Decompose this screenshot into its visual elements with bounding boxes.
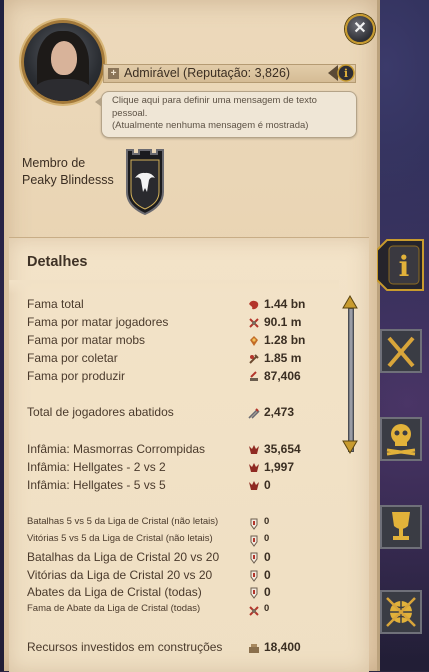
- stat-value: 35,654: [264, 442, 301, 456]
- player-avatar[interactable]: [21, 20, 105, 104]
- stat-row: Vitórias 5 vs 5 da Liga de Cristal (não …: [27, 533, 337, 550]
- tab-pve[interactable]: [377, 410, 425, 468]
- tab-pvp[interactable]: [377, 322, 425, 380]
- stat-row: Infâmia: Masmorras Corrompidas 35,654: [27, 442, 337, 459]
- infamy-icon: [249, 463, 259, 472]
- scrollbar[interactable]: [348, 308, 354, 452]
- stat-row: Total de jogadores abatidos 2,473: [27, 405, 337, 422]
- stat-label: Abates da Liga de Cristal (todas): [27, 585, 202, 599]
- stat-value: 0: [264, 550, 271, 564]
- stat-row: Fama de Abate da Liga de Cristal (todas)…: [27, 603, 337, 620]
- tab-guild[interactable]: [377, 583, 425, 641]
- stat-row: Fama por matar mobs 1.28 bn: [27, 333, 337, 350]
- list-fade: [9, 280, 339, 294]
- stat-value: 1.44 bn: [264, 297, 306, 311]
- info-icon: i: [399, 250, 410, 283]
- stat-value: 2,473: [264, 405, 295, 419]
- stat-value: 0: [264, 585, 271, 599]
- stat-row: Fama por coletar 1.85 m: [27, 351, 337, 368]
- stat-row: Fama por matar jogadores 90.1 m: [27, 315, 337, 332]
- details-title: Detalhes: [27, 254, 88, 270]
- stat-label: Fama total: [27, 297, 84, 311]
- infamy-icon: [249, 445, 259, 454]
- stat-row: Recursos investidos em construções 18,40…: [27, 640, 337, 657]
- stat-label: Infâmia: Hellgates - 2 vs 2: [27, 460, 166, 474]
- stat-label: Recursos investidos em construções: [27, 640, 223, 654]
- svg-text:i: i: [344, 67, 348, 80]
- reputation-info-icon[interactable]: i: [326, 63, 356, 83]
- stat-label: Infâmia: Masmorras Corrompidas: [27, 442, 206, 456]
- stat-value: 0: [264, 516, 270, 527]
- reputation-label: Admirável (Reputação: 3,826): [124, 66, 291, 80]
- crystal-icon: [250, 570, 258, 582]
- stat-value: 1.28 bn: [264, 333, 306, 347]
- fame-pve-icon: [250, 336, 258, 346]
- stat-value: 0: [264, 603, 270, 614]
- guild-name: Peaky Blindesss: [22, 173, 114, 187]
- reputation-bar[interactable]: + Admirável (Reputação: 3,826): [103, 64, 356, 83]
- stat-value: 87,406: [264, 369, 301, 383]
- stat-row: Vitórias da Liga de Cristal 20 vs 20 0: [27, 568, 337, 585]
- stat-row: Batalhas 5 vs 5 da Liga de Cristal (não …: [27, 516, 337, 533]
- stat-label: Fama por produzir: [27, 369, 126, 383]
- stat-row: Infâmia: Hellgates - 5 vs 5 0: [27, 478, 337, 495]
- stat-value: 18,400: [264, 640, 301, 654]
- stat-label: Vitórias da Liga de Cristal 20 vs 20: [27, 568, 213, 582]
- crystal-icon: [250, 587, 258, 599]
- stat-row: Infâmia: Hellgates - 2 vs 2 1,997: [27, 460, 337, 477]
- fame-total-icon: [249, 300, 259, 310]
- infamy-icon: [249, 481, 259, 490]
- guild-membership: Membro de Peaky Blindesss: [22, 155, 114, 189]
- crystal-icon: [250, 518, 258, 530]
- stat-value: 1.85 m: [264, 351, 302, 365]
- fame-crafting-icon: [250, 371, 258, 381]
- scroll-up-arrow-icon[interactable]: [342, 295, 358, 309]
- personal-message-tooltip[interactable]: Clique aqui para definir uma mensagem de…: [95, 91, 357, 138]
- stat-row: Batalhas da Liga de Cristal 20 vs 20 0: [27, 550, 337, 567]
- guild-member-label: Membro de: [22, 156, 86, 170]
- tooltip-line: (Atualmente nenhuma mensagem é mostrada): [112, 120, 309, 131]
- stat-row: Abates da Liga de Cristal (todas) 0: [27, 585, 337, 602]
- crystal-fame-icon: [249, 606, 259, 616]
- stat-label: Fama por matar mobs: [27, 333, 146, 347]
- crystal-icon: [250, 535, 258, 547]
- expand-icon[interactable]: +: [108, 68, 119, 79]
- stat-label: Batalhas 5 vs 5 da Liga de Cristal (não …: [27, 516, 219, 527]
- stat-label: Fama por matar jogadores: [27, 315, 169, 329]
- stat-label: Total de jogadores abatidos: [27, 405, 174, 419]
- guild-globe-icon: [386, 597, 416, 627]
- stat-label: Fama por coletar: [27, 351, 118, 365]
- stat-row: Fama por produzir 87,406: [27, 369, 337, 386]
- fame-pvp-icon: [249, 318, 259, 328]
- kills-icon: [248, 408, 260, 419]
- stat-value: 0: [264, 568, 271, 582]
- stat-label: Fama de Abate da Liga de Cristal (todas): [27, 603, 201, 614]
- resources-icon: [249, 644, 259, 653]
- stat-value: 0: [264, 478, 271, 492]
- fame-gathering-icon: [249, 354, 259, 364]
- stat-label: Vitórias 5 vs 5 da Liga de Cristal (não …: [27, 533, 213, 544]
- tab-crystal-league[interactable]: [377, 498, 425, 556]
- stat-value: 1,997: [264, 460, 295, 474]
- tooltip-line: Clique aqui para definir uma mensagem de…: [112, 95, 317, 106]
- stat-label: Infâmia: Hellgates - 5 vs 5: [27, 478, 166, 492]
- stat-value: 0: [264, 533, 270, 544]
- stat-row: Fama total 1.44 bn: [27, 297, 337, 314]
- tooltip-line: pessoal.: [112, 107, 148, 119]
- close-button[interactable]: ✕: [345, 14, 375, 44]
- tab-info[interactable]: i: [377, 236, 425, 294]
- stat-label: Batalhas da Liga de Cristal 20 vs 20: [27, 550, 220, 564]
- details-section: Detalhes Fama total 1.44 bn Fama por mat…: [9, 237, 369, 672]
- stat-value: 90.1 m: [264, 315, 302, 329]
- scroll-down-arrow-icon[interactable]: [342, 440, 358, 454]
- guild-crest-icon[interactable]: [121, 148, 169, 216]
- crystal-icon: [250, 552, 258, 564]
